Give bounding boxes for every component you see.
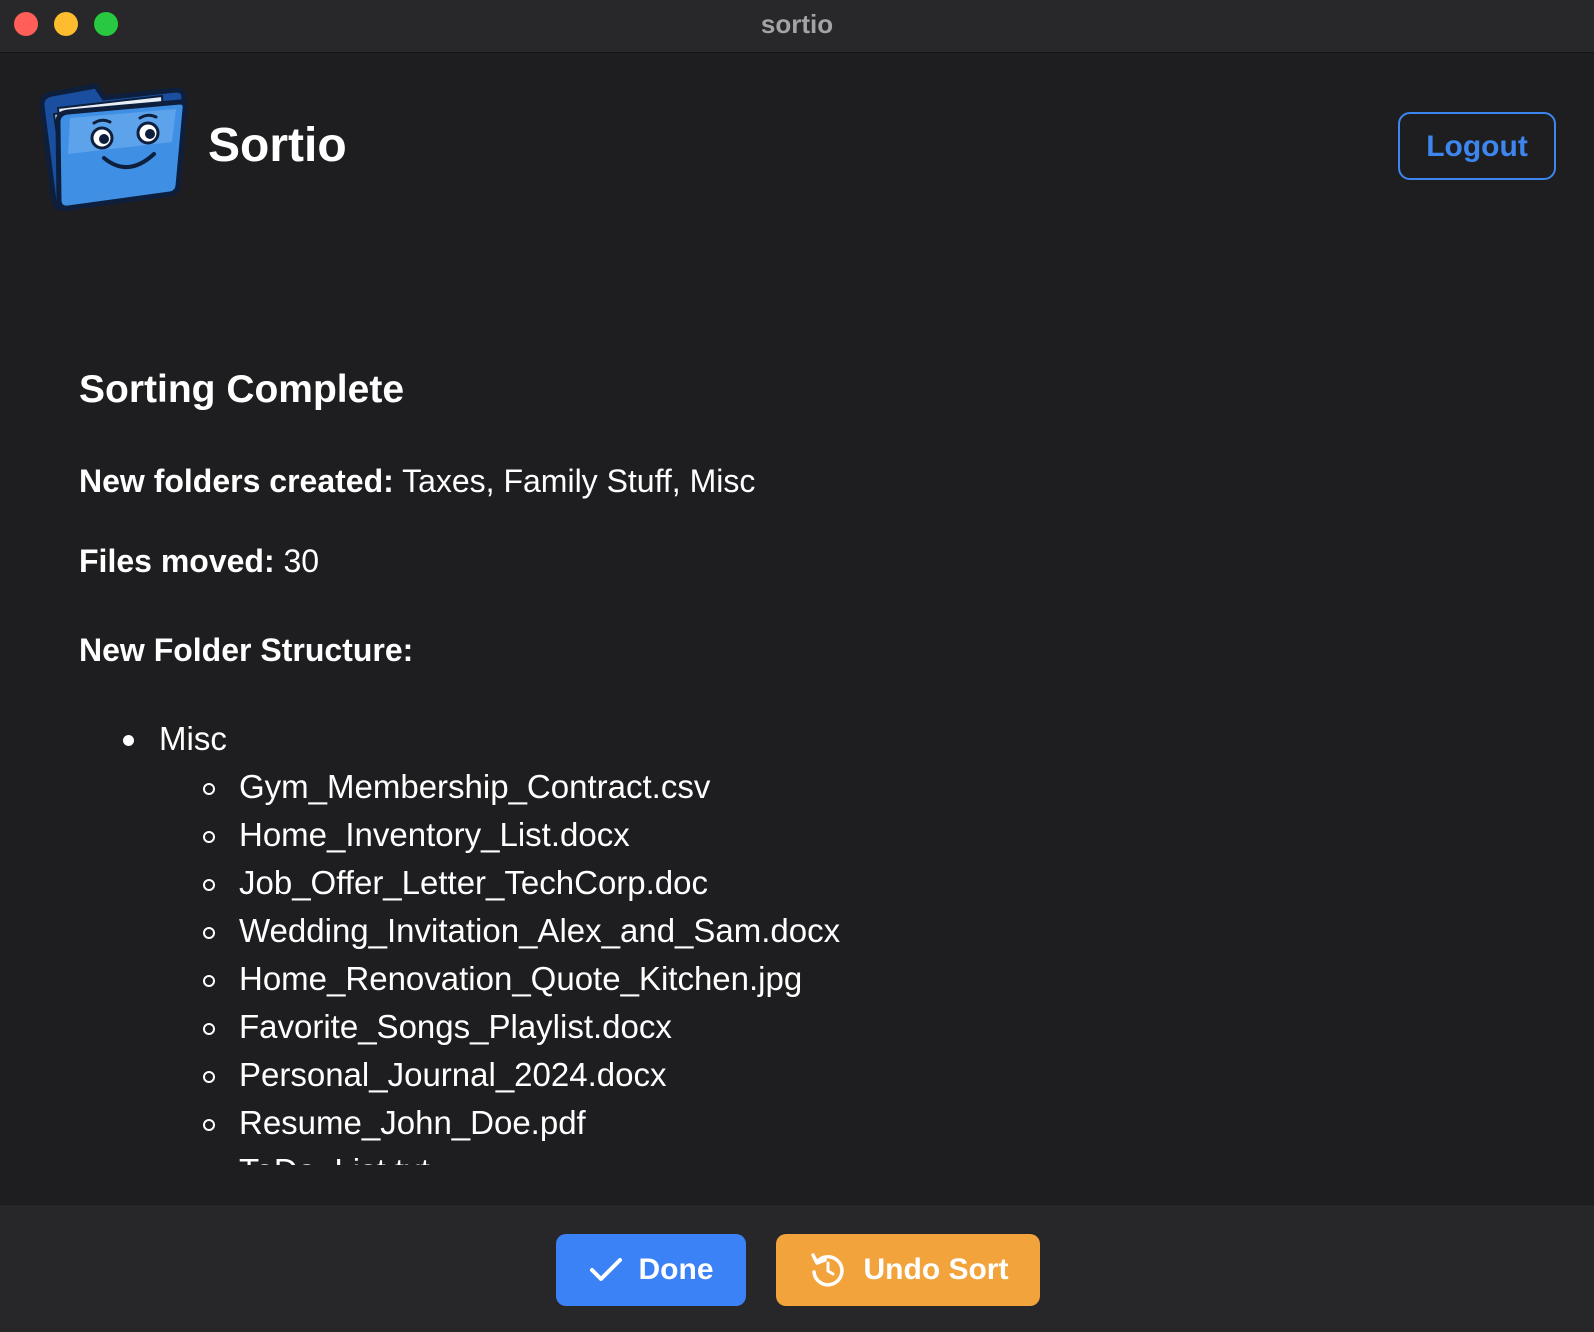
files-moved-value: 30	[283, 543, 320, 579]
file-item: Favorite_Songs_Playlist.docx	[159, 1003, 840, 1051]
file-name: ToDo_List.txt	[239, 1152, 430, 1165]
checkmark-icon	[589, 1256, 623, 1284]
file-name: Personal_Journal_2024.docx	[239, 1056, 667, 1093]
structure-heading: New Folder Structure:	[79, 632, 414, 668]
logout-button[interactable]: Logout	[1398, 112, 1556, 180]
new-folders-value: Taxes, Family Stuff, Misc	[402, 463, 756, 499]
bullet-icon	[123, 735, 134, 746]
circle-bullet-icon	[203, 1071, 215, 1083]
footer-bar: Done Undo Sort	[0, 1204, 1594, 1332]
file-list: Gym_Membership_Contract.csv Home_Invento…	[159, 763, 840, 1165]
file-name: Favorite_Songs_Playlist.docx	[239, 1008, 672, 1045]
file-name: Job_Offer_Letter_TechCorp.doc	[239, 864, 709, 901]
new-folders-summary: New folders created: Taxes, Family Stuff…	[79, 463, 755, 500]
app-name: Sortio	[208, 119, 347, 172]
window-title: sortio	[760, 9, 834, 39]
circle-bullet-icon	[203, 927, 215, 939]
files-moved-summary: Files moved: 30	[79, 543, 319, 580]
circle-bullet-icon	[203, 1119, 215, 1131]
circle-bullet-icon	[203, 879, 215, 891]
app-window: sortio Sortio Logout Sorting Complete Ne…	[0, 0, 1594, 1332]
file-name: Home_Renovation_Quote_Kitchen.jpg	[239, 960, 803, 997]
file-item: Wedding_Invitation_Alex_and_Sam.docx	[159, 907, 840, 955]
folder-mascot-icon	[38, 82, 188, 212]
new-folders-label: New folders created:	[79, 463, 394, 499]
undo-label: Undo Sort	[863, 1253, 1009, 1286]
file-item: Personal_Journal_2024.docx	[159, 1051, 840, 1099]
results-panel[interactable]: Sorting Complete New folders created: Ta…	[79, 360, 1519, 1165]
circle-bullet-icon	[203, 831, 215, 843]
circle-bullet-icon	[203, 783, 215, 795]
title-bar: sortio	[0, 0, 1594, 53]
undo-sort-button[interactable]: Undo Sort	[776, 1234, 1040, 1306]
file-name: Gym_Membership_Contract.csv	[239, 768, 711, 805]
page-title: Sorting Complete	[79, 368, 405, 411]
file-name: Wedding_Invitation_Alex_and_Sam.docx	[239, 912, 841, 949]
file-item: Home_Inventory_List.docx	[159, 811, 840, 859]
circle-bullet-icon	[203, 1023, 215, 1035]
folder-name: Misc	[159, 720, 227, 757]
done-button[interactable]: Done	[556, 1234, 746, 1306]
circle-bullet-icon	[203, 975, 215, 987]
files-moved-label: Files moved:	[79, 543, 275, 579]
file-item: ToDo_List.txt	[159, 1147, 840, 1165]
folder-tree: Misc Gym_Membership_Contract.csv Home_In…	[79, 715, 840, 1165]
file-item: Job_Offer_Letter_TechCorp.doc	[159, 859, 840, 907]
file-item: Gym_Membership_Contract.csv	[159, 763, 840, 811]
file-item: Resume_John_Doe.pdf	[159, 1099, 840, 1147]
file-item: Home_Renovation_Quote_Kitchen.jpg	[159, 955, 840, 1003]
done-label: Done	[638, 1253, 714, 1286]
undo-arrow-icon	[808, 1250, 848, 1290]
file-name: Home_Inventory_List.docx	[239, 816, 630, 853]
folder-item: Misc Gym_Membership_Contract.csv Home_In…	[79, 715, 840, 1165]
file-name: Resume_John_Doe.pdf	[239, 1104, 586, 1141]
